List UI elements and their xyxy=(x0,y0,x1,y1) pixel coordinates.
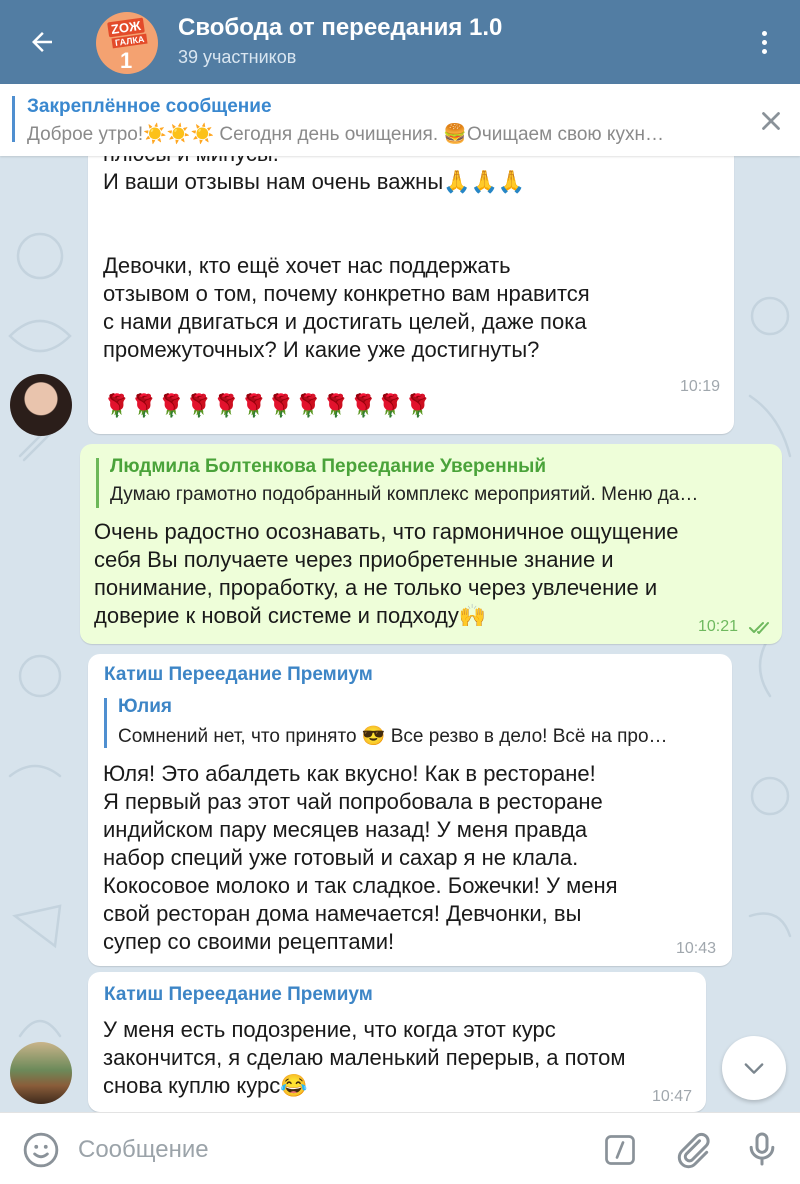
mic-icon[interactable] xyxy=(742,1129,782,1169)
pinned-bar xyxy=(12,96,15,142)
attach-icon[interactable] xyxy=(672,1130,712,1170)
message-time: 10:21 xyxy=(698,618,739,635)
sender-name[interactable]: Катиш Переедание Премиум xyxy=(104,664,373,686)
emoji-icon[interactable] xyxy=(22,1131,60,1169)
bot-command-icon[interactable] xyxy=(602,1132,638,1168)
group-avatar[interactable]: ZOЖ ГАЛКА 1 xyxy=(96,12,158,74)
pinned-title: Закреплённое сообщение xyxy=(27,96,272,117)
avatar-logo-number: 1 xyxy=(120,48,133,73)
read-checks-icon xyxy=(749,622,769,634)
more-vert-icon xyxy=(761,30,767,36)
quote-author: Юлия xyxy=(118,696,172,717)
pinned-text: Доброе утро!☀️☀️☀️ Сегодня день очищения… xyxy=(27,124,664,145)
scroll-down-button[interactable] xyxy=(722,1036,786,1100)
message-text: Юля! Это абалдеть как вкусно! Как в рест… xyxy=(103,761,618,954)
message-time: 10:43 xyxy=(676,940,717,957)
chat-area[interactable]: плюсы и минусы. И ваши отзывы нам очень … xyxy=(0,156,800,1112)
back-button[interactable] xyxy=(20,22,64,62)
close-icon[interactable] xyxy=(756,106,786,136)
quote-bar xyxy=(104,698,107,748)
chat-title[interactable]: Свобода от переедания 1.0 xyxy=(178,14,502,42)
reply-quote[interactable]: Юлия Сомнений нет, что принято 😎 Все рез… xyxy=(104,696,720,748)
more-options-button[interactable] xyxy=(746,24,782,60)
chevron-down-icon xyxy=(744,1063,764,1074)
message-text: плюсы и минусы. И ваши отзывы нам очень … xyxy=(103,156,590,418)
back-arrow-icon xyxy=(32,32,52,52)
sender-avatar[interactable] xyxy=(10,1042,72,1104)
message-time: 10:47 xyxy=(652,1088,693,1105)
reply-quote[interactable]: Людмила Болтенкова Переедание Уверенный … xyxy=(96,456,772,508)
quote-author: Людмила Болтенкова Переедание Уверенный xyxy=(110,456,547,477)
sender-avatar[interactable] xyxy=(10,374,72,436)
message-text: Очень радостно осознавать, что гармоничн… xyxy=(94,519,679,628)
message-bubble[interactable]: плюсы и минусы. И ваши отзывы нам очень … xyxy=(88,156,734,434)
sender-name[interactable]: Катиш Переедание Премиум xyxy=(104,984,373,1006)
quote-text: Думаю грамотно подобранный комплекс меро… xyxy=(110,484,699,505)
message-text: У меня есть подозрение, что когда этот к… xyxy=(103,1017,626,1098)
message-bubble[interactable]: Катиш Переедание Премиум У меня есть под… xyxy=(88,972,706,1112)
quote-text: Сомнений нет, что принято 😎 Все резво в … xyxy=(118,726,668,747)
chat-header: ZOЖ ГАЛКА 1 Свобода от переедания 1.0 39… xyxy=(0,0,800,84)
outgoing-message-bubble[interactable]: Людмила Болтенкова Переедание Уверенный … xyxy=(80,444,782,644)
quote-bar xyxy=(96,458,99,508)
message-input-bar xyxy=(0,1112,800,1184)
pinned-message[interactable]: Закреплённое сообщение Доброе утро!☀️☀️☀… xyxy=(0,84,800,156)
message-time: 10:19 xyxy=(680,378,721,395)
message-input[interactable] xyxy=(78,1135,578,1165)
message-bubble[interactable]: Катиш Переедание Премиум Юлия Сомнений н… xyxy=(88,654,732,966)
member-count: 39 участников xyxy=(178,47,297,67)
